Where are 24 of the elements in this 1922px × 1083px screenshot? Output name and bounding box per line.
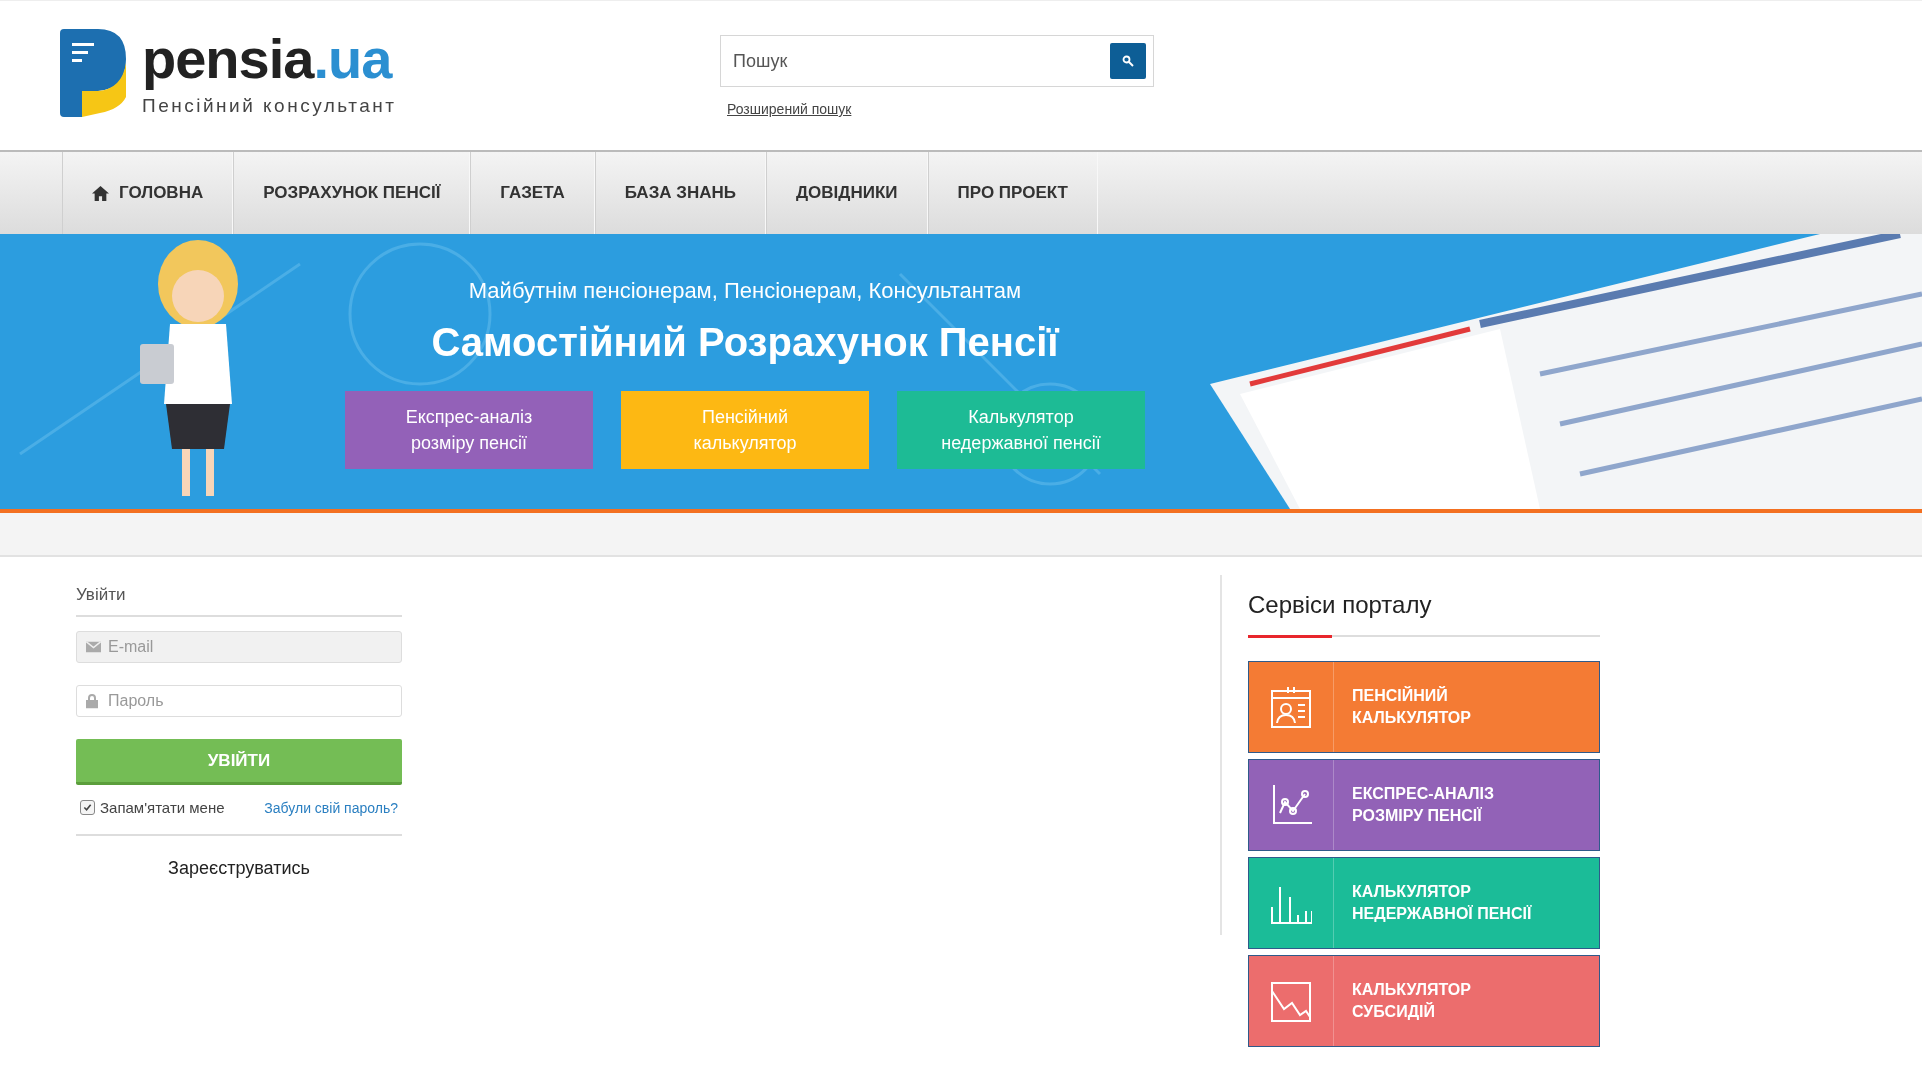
forgot-password-link[interactable]: Забули свій пароль? <box>264 799 398 816</box>
id-card-icon <box>1270 685 1312 729</box>
logo-wordmark[interactable]: pensia.ua <box>142 29 397 89</box>
banner-subtitle: Майбутнім пенсіонерам, Пенсіонерам, Консультантам <box>468 278 1022 304</box>
search-button[interactable] <box>1110 43 1146 79</box>
line-chart-icon <box>1270 783 1312 827</box>
search-icon <box>1122 55 1134 67</box>
banner-button[interactable]: Експрес-аналіз розміру пенсії <box>345 391 593 469</box>
register-link[interactable]: Зареєструватись <box>168 858 310 878</box>
search-field[interactable]: Пошук <box>720 35 1154 87</box>
remember-label: Запам'ятати мене <box>100 799 225 816</box>
password-field[interactable]: Пароль <box>76 685 402 717</box>
remember-checkbox[interactable] <box>80 800 95 815</box>
service-tile[interactable]: ЕКСПРЕС-АНАЛІЗ РОЗМІРУ ПЕНСІЇ <box>1248 759 1600 851</box>
falling-chart-icon <box>1270 979 1312 1023</box>
advanced-search-link[interactable]: Розширений пошук <box>727 101 852 117</box>
login-heading: Увійти <box>76 585 402 617</box>
home-icon <box>92 185 109 201</box>
services-heading: Сервіси порталу <box>1248 591 1433 619</box>
banner-title: Самостійний Розрахунок Пенсії <box>431 320 1059 365</box>
logo-icon[interactable] <box>60 29 126 117</box>
email-field[interactable]: E-mail <box>76 631 402 663</box>
logo-tagline: Пенсійний консультант <box>142 95 397 117</box>
check-icon <box>83 803 92 812</box>
